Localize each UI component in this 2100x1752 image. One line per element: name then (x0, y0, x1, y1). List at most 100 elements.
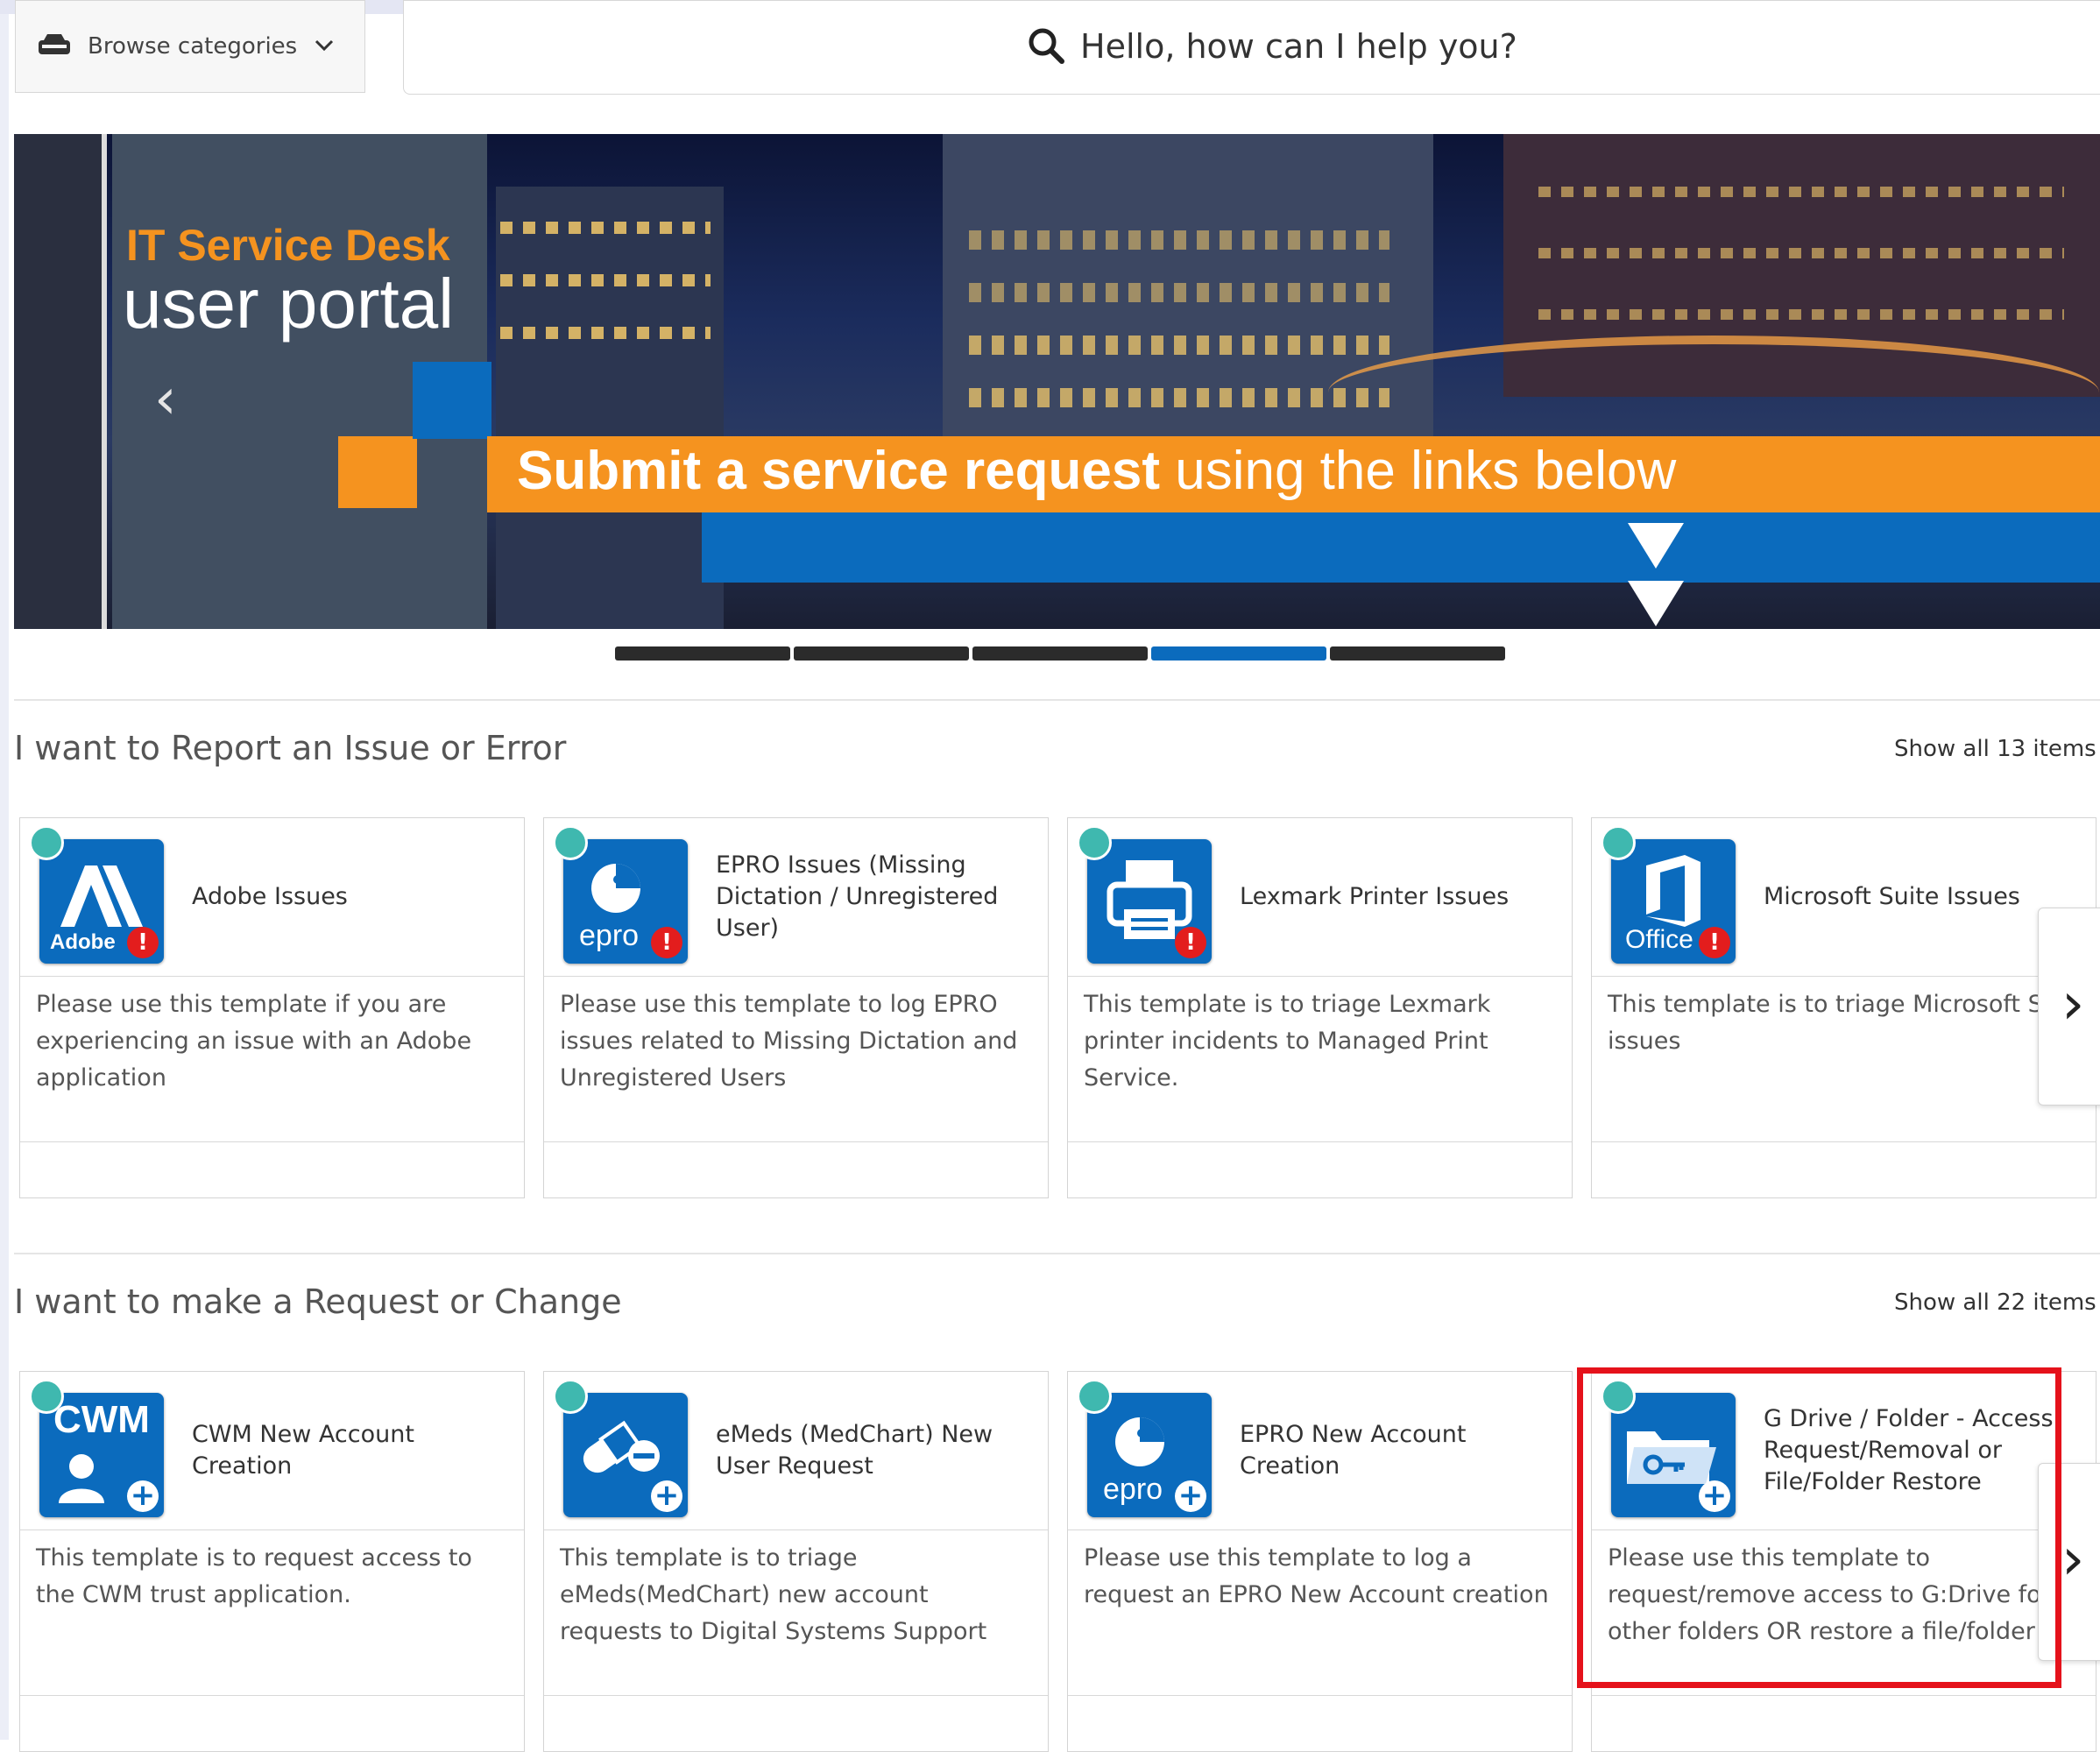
card-title[interactable]: Lexmark Printer Issues (1240, 818, 1564, 976)
card-header: CWM + CWM New Account Creation (20, 1372, 524, 1530)
chevron-right-icon: › (2061, 1525, 2085, 1593)
banner-window (969, 336, 1389, 355)
banner-slogan-rest: using the links below (1159, 441, 1677, 501)
requests-next-button[interactable]: › (2038, 1463, 2100, 1661)
award-badge-icon (1077, 825, 1112, 860)
card-title[interactable]: Adobe Issues (192, 818, 516, 976)
icon-label: epro (579, 919, 640, 952)
card-header: ! Lexmark Printer Issues (1068, 818, 1572, 977)
show-all-requests-link[interactable]: Show all 22 items › (1894, 1289, 2100, 1316)
down-arrow-icon (1628, 581, 1684, 626)
banner-divider (102, 134, 107, 629)
search-icon (1028, 27, 1064, 67)
alert-badge-icon: ! (651, 927, 682, 958)
catalog-card[interactable]: Adobe! Adobe Issues Please use this templa… (19, 817, 525, 1198)
award-badge-icon (1601, 825, 1636, 860)
award-badge-icon (1077, 1379, 1112, 1414)
card-title[interactable]: CWM New Account Creation (192, 1372, 516, 1529)
card-footer-divider (20, 1141, 524, 1142)
search-input[interactable] (1080, 20, 1781, 73)
section-divider (14, 699, 2100, 701)
card-description: Please use this template to request/remo… (1608, 1544, 2079, 1645)
card-description: Please use this template if you are expe… (36, 991, 472, 1091)
search-bar (403, 0, 2100, 95)
epro-icon: epro! (563, 839, 688, 964)
chevron-right-icon: › (2061, 970, 2085, 1037)
card-header: + eMeds (MedChart) New User Request (544, 1372, 1048, 1530)
card-footer-divider (544, 1141, 1048, 1142)
browse-categories-button[interactable]: Browse categories (15, 0, 365, 93)
down-arrow-icon (1628, 523, 1684, 569)
card-title[interactable]: eMeds (MedChart) New User Request (716, 1372, 1040, 1529)
banner-window (500, 274, 711, 286)
catalog-card[interactable]: epro! EPRO Issues (Missing Dictation / Un… (543, 817, 1049, 1198)
epro-icon: epro + (1087, 1393, 1212, 1517)
card-header: epro! EPRO Issues (Missing Dictation / Un… (544, 818, 1048, 977)
banner-slogan: Submit a service request using the links… (517, 440, 1676, 502)
card-footer-divider (1592, 1695, 2096, 1696)
card-title[interactable]: EPRO Issues (Missing Dictation / Unregis… (716, 818, 1040, 976)
add-badge-icon: + (1699, 1480, 1730, 1512)
catalog-card[interactable]: epro + EPRO New Account Creation Please use… (1067, 1371, 1573, 1752)
banner-light-trail (1328, 336, 2099, 449)
card-footer-divider (1068, 1695, 1572, 1696)
icon-label: epro (1103, 1473, 1163, 1506)
banner-building (14, 134, 102, 629)
banner-blue-block (413, 362, 491, 439)
catalog-card[interactable]: + G Drive / Folder - Access Request/Remov… (1591, 1371, 2096, 1752)
section-title-report-issue: I want to Report an Issue or Error (14, 729, 567, 767)
alert-badge-icon: ! (1699, 927, 1730, 958)
chevron-down-icon (315, 39, 334, 55)
add-badge-icon: + (651, 1480, 682, 1512)
card-description: This template is to triage eMeds(MedChar… (560, 1544, 987, 1645)
alert-badge-icon: ! (1175, 927, 1206, 958)
add-badge-icon: + (127, 1480, 159, 1512)
card-footer-divider (20, 1695, 524, 1696)
banner-window (1538, 248, 2064, 258)
add-badge-icon: + (1175, 1480, 1206, 1512)
icon-label: Adobe (50, 930, 116, 954)
card-footer-divider (544, 1695, 1048, 1696)
card-title[interactable]: EPRO New Account Creation (1240, 1372, 1564, 1529)
award-badge-icon (1601, 1379, 1636, 1414)
card-footer-divider (1592, 1141, 2096, 1142)
banner-orange-block (338, 436, 417, 508)
folder-key-icon: + (1611, 1393, 1736, 1517)
award-badge-icon (553, 825, 588, 860)
card-footer-divider (1068, 1141, 1572, 1142)
banner-building (496, 187, 724, 629)
carousel-dot-1[interactable] (615, 646, 790, 661)
card-header: Office! Microsoft Suite Issues (1592, 818, 2096, 977)
catalog-card[interactable]: ! Lexmark Printer Issues This template is … (1067, 817, 1573, 1198)
issues-next-button[interactable]: › (2038, 908, 2100, 1106)
show-all-issues-link[interactable]: Show all 13 items › (1894, 736, 2100, 762)
catalog-card[interactable]: + eMeds (MedChart) New User Request This t… (543, 1371, 1049, 1752)
banner-window (969, 283, 1389, 302)
icon-label: CWM (53, 1398, 150, 1441)
office-icon: Office! (1611, 839, 1736, 964)
catalog-card[interactable]: CWM + CWM New Account Creation This templat… (19, 1371, 525, 1752)
award-badge-icon (29, 1379, 64, 1414)
card-header: Adobe! Adobe Issues (20, 818, 524, 977)
section-divider (14, 1253, 2100, 1254)
catalog-card[interactable]: Office! Microsoft Suite Issues This templa… (1591, 817, 2096, 1198)
card-header: + G Drive / Folder - Access Request/Remov… (1592, 1372, 2096, 1530)
carousel-dot-2[interactable] (794, 646, 969, 661)
car-icon (37, 32, 72, 61)
award-badge-icon (553, 1379, 588, 1414)
carousel-dot-4[interactable] (1151, 646, 1326, 661)
award-badge-icon (29, 825, 64, 860)
left-edge-strip (0, 14, 9, 1740)
card-description: This template is to triage Microsoft Sui… (1608, 991, 2065, 1055)
banner-title-line2: user portal (123, 265, 454, 343)
carousel-prev-button[interactable]: ‹ (154, 367, 177, 432)
adobe-icon: Adobe! (39, 839, 164, 964)
carousel-dot-3[interactable] (972, 646, 1148, 661)
banner-window (1538, 187, 2064, 197)
banner-window (500, 222, 711, 234)
icon-label: Office (1625, 925, 1693, 954)
pill-icon: + (563, 1393, 688, 1517)
card-description: Please use this template to log a reques… (1084, 1544, 1549, 1608)
banner-slogan-bold: Submit a service request (517, 441, 1160, 501)
carousel-dot-5[interactable] (1330, 646, 1505, 661)
